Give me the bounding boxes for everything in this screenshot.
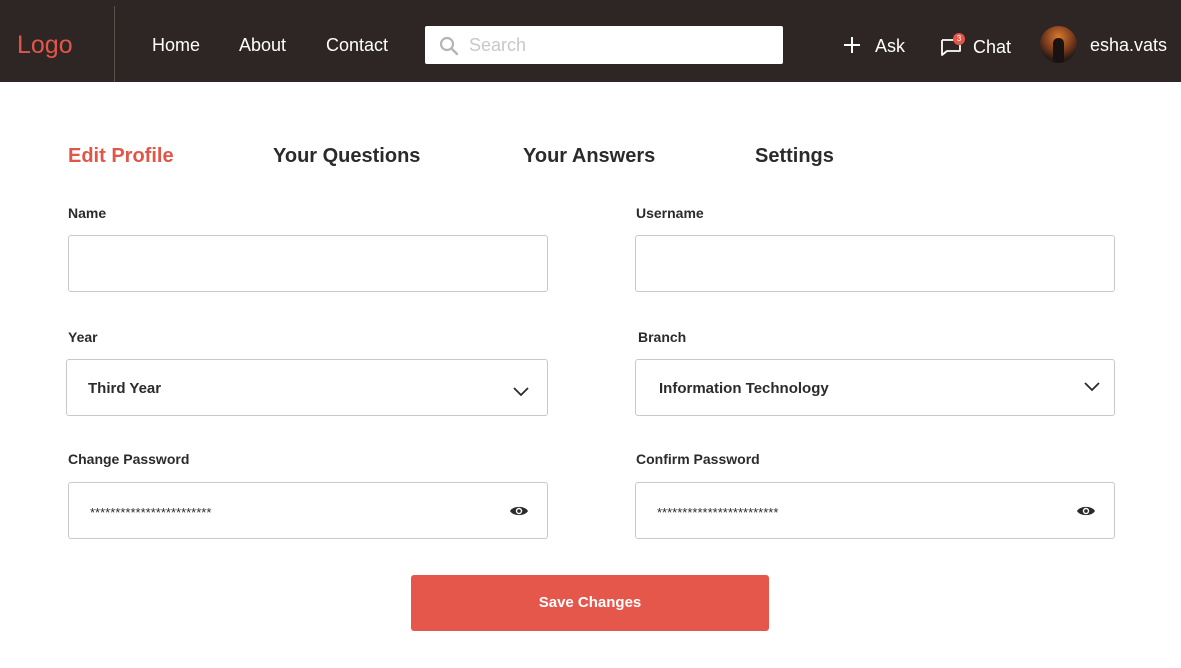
change-password-field[interactable]: ************************ [68,482,548,539]
name-field-box [68,235,548,292]
name-label: Name [68,205,107,221]
plus-icon [844,37,860,53]
search-bar[interactable] [425,26,783,64]
top-navbar: Logo Home About Contact Ask 3 Chat esha.… [0,0,1181,82]
ask-label: Ask [875,36,906,56]
branch-select-value: Information Technology [659,380,829,397]
eye-icon[interactable] [509,504,529,518]
eye-icon[interactable] [1076,504,1096,518]
username-field-label: Username [636,205,704,221]
avatar-figure [1053,38,1064,63]
confirm-password-field[interactable]: ************************ [635,482,1115,539]
chat-notification-badge: 3 [953,33,965,45]
nav-contact-link[interactable]: Contact [326,35,388,55]
branch-select[interactable]: Information Technology [635,359,1115,416]
search-icon [439,36,459,56]
logo[interactable]: Logo [17,30,73,60]
year-label: Year [68,329,98,345]
username-label: esha.vats [1090,35,1168,55]
year-select-value: Third Year [88,380,162,397]
search-input[interactable] [469,26,769,64]
confirm-password-label: Confirm Password [636,451,760,467]
save-changes-button[interactable]: Save Changes [411,575,769,631]
year-select[interactable]: Third Year [66,359,548,416]
change-password-value: ************************ [90,505,212,520]
nav-about-link[interactable]: About [239,35,286,55]
change-password-label: Change Password [68,451,190,467]
avatar[interactable] [1040,26,1077,63]
confirm-password-value: ************************ [657,505,779,520]
chevron-down-icon [513,387,529,397]
chat-label: Chat [973,37,1012,57]
tab-your-questions[interactable]: Your Questions [273,145,420,167]
tab-settings[interactable]: Settings [755,145,834,167]
username-input[interactable] [636,236,1114,291]
nav-home-link[interactable]: Home [152,35,200,55]
name-input[interactable] [69,236,547,291]
branch-label: Branch [638,329,687,345]
chevron-down-icon [1084,382,1100,392]
username-field-box [635,235,1115,292]
tab-edit-profile[interactable]: Edit Profile [68,145,174,167]
logo-divider [114,6,115,82]
tab-your-answers[interactable]: Your Answers [523,145,655,167]
